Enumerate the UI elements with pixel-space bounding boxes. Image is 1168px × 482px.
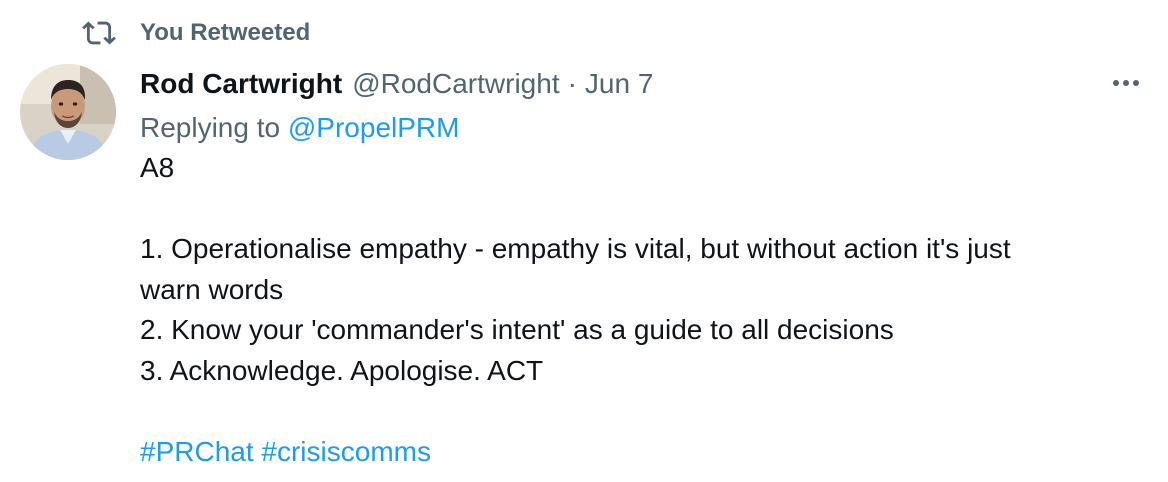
tweet-line: A8 (140, 152, 175, 183)
tweet[interactable]: Rod Cartwright @RodCartwright · Jun 7 Re… (140, 64, 1130, 472)
hashtag-link[interactable]: #PRChat (140, 436, 254, 467)
replying-to-prefix: Replying to (140, 112, 288, 143)
reply-target-link[interactable]: @PropelPRM (288, 112, 460, 143)
retweet-icon (82, 21, 116, 45)
tweet-line: 1. Operationalise empathy - empathy is v… (140, 233, 1011, 264)
tweet-line: warn words (140, 273, 284, 305)
hashtags: #PRChat #crisiscomms (140, 432, 1130, 473)
author-handle[interactable]: @RodCartwright (352, 64, 559, 104)
tweet-body: A8 1. Operationalise empathy - empathy i… (140, 148, 1130, 472)
tweet-line (140, 391, 1130, 432)
tweet-line: 2. Know your 'commander's intent' as a g… (140, 314, 894, 345)
tweet-line: 3. Acknowledge. Apologise. ACT (140, 354, 544, 386)
separator-dot: · (567, 68, 577, 99)
avatar-image (20, 64, 116, 160)
replying-to: Replying to @PropelPRM (140, 108, 1130, 148)
tweet-date[interactable]: Jun 7 (585, 64, 654, 104)
tweet-header: Rod Cartwright @RodCartwright · Jun 7 (140, 64, 1130, 104)
retweet-label: You Retweeted (140, 19, 311, 46)
more-icon[interactable] (1106, 68, 1146, 98)
avatar[interactable] (20, 64, 116, 160)
author-name[interactable]: Rod Cartwright (140, 64, 342, 104)
retweet-context: You Retweeted (82, 16, 310, 50)
tweet-line (140, 189, 1130, 230)
hashtag-link[interactable]: #crisiscomms (261, 436, 431, 467)
